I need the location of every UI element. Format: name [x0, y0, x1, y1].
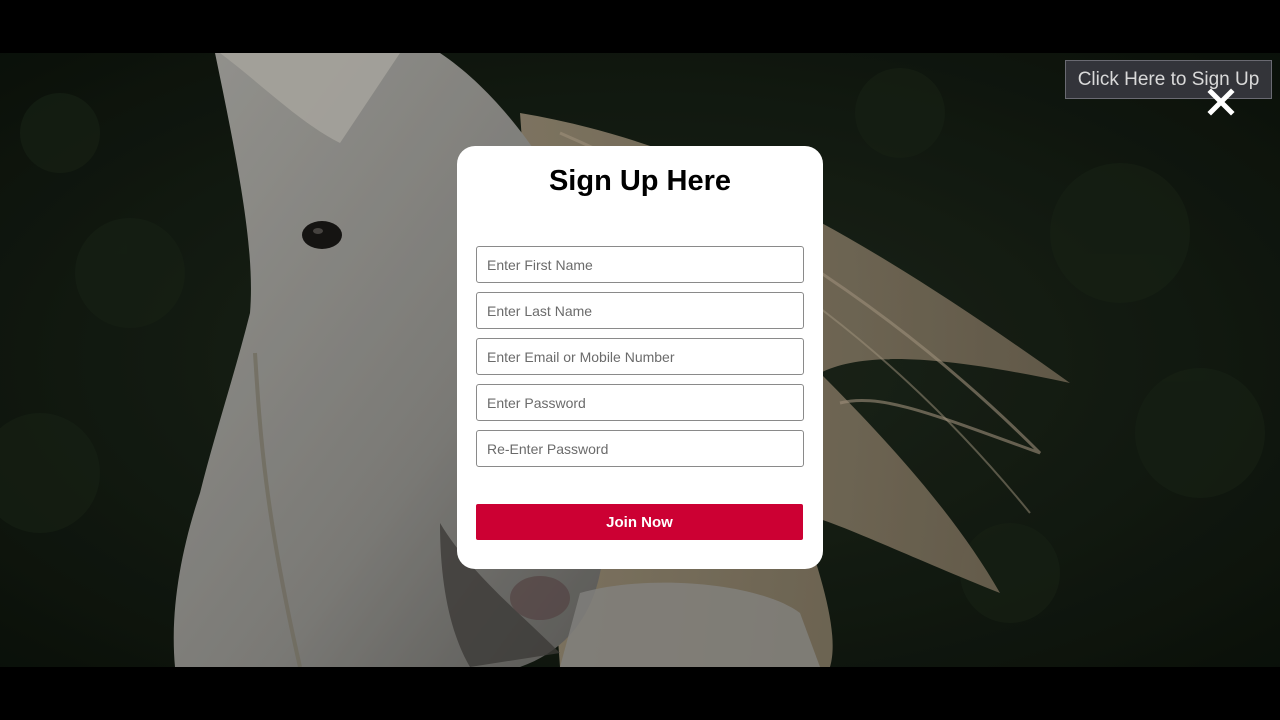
close-icon[interactable] — [1205, 86, 1237, 118]
open-signup-button[interactable]: Click Here to Sign Up — [1065, 60, 1272, 99]
join-now-button[interactable]: Join Now — [476, 504, 803, 540]
modal-title: Sign Up Here — [548, 165, 732, 197]
password-input[interactable] — [476, 384, 804, 421]
email-or-mobile-input[interactable] — [476, 338, 804, 375]
last-name-input[interactable] — [476, 292, 804, 329]
first-name-input[interactable] — [476, 246, 804, 283]
confirm-password-input[interactable] — [476, 430, 804, 467]
